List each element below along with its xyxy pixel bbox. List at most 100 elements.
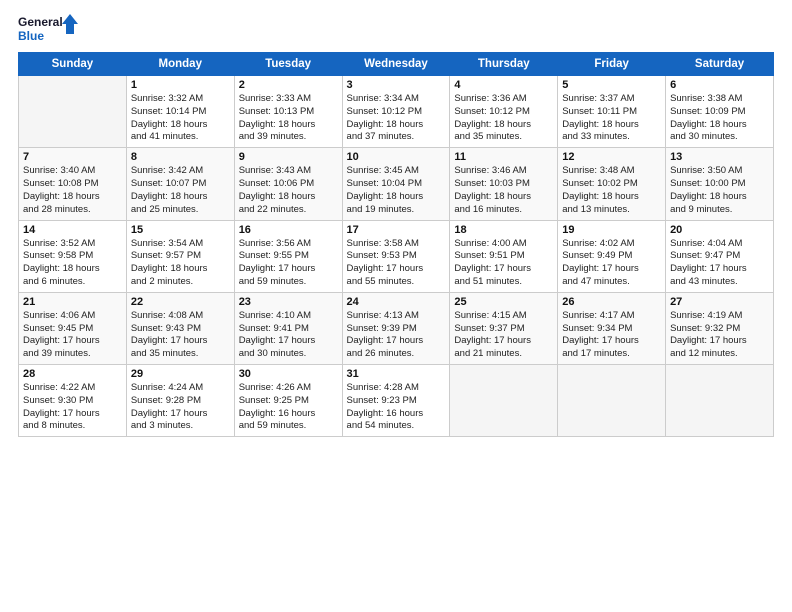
day-number-5: 5 xyxy=(562,79,661,91)
day-cell-6: 6 Sunrise: 3:38 AMSunset: 10:09 PMDayligh… xyxy=(666,76,774,148)
day-info-11: Sunrise: 3:46 AMSunset: 10:03 PMDaylight… xyxy=(454,165,553,216)
weekday-header-thursday: Thursday xyxy=(450,53,558,76)
weekday-header-sunday: Sunday xyxy=(19,53,127,76)
day-info-8: Sunrise: 3:42 AMSunset: 10:07 PMDaylight… xyxy=(131,165,230,216)
day-cell-31: 31 Sunrise: 4:28 AMSunset: 9:23 PMDayligh… xyxy=(342,365,450,437)
weekday-header-wednesday: Wednesday xyxy=(342,53,450,76)
day-number-17: 17 xyxy=(347,224,446,236)
weekday-header-row: SundayMondayTuesdayWednesdayThursdayFrid… xyxy=(19,53,774,76)
calendar: SundayMondayTuesdayWednesdayThursdayFrid… xyxy=(18,52,774,437)
day-info-14: Sunrise: 3:52 AMSunset: 9:58 PMDaylight:… xyxy=(23,238,122,289)
day-info-9: Sunrise: 3:43 AMSunset: 10:06 PMDaylight… xyxy=(239,165,338,216)
week-row-3: 14 Sunrise: 3:52 AMSunset: 9:58 PMDayligh… xyxy=(19,220,774,292)
day-number-10: 10 xyxy=(347,151,446,163)
week-row-4: 21 Sunrise: 4:06 AMSunset: 9:45 PMDayligh… xyxy=(19,292,774,364)
day-cell-1: 1 Sunrise: 3:32 AMSunset: 10:14 PMDayligh… xyxy=(126,76,234,148)
day-cell-29: 29Sunrise: 4:24 AMSunset: 9:28 PMDayligh… xyxy=(126,365,234,437)
day-cell-15: 15Sunrise: 3:54 AMSunset: 9:57 PMDayligh… xyxy=(126,220,234,292)
day-info-24: Sunrise: 4:13 AMSunset: 9:39 PMDaylight:… xyxy=(347,310,446,361)
day-cell-13: 13 Sunrise: 3:50 AMSunset: 10:00 PMDaylig… xyxy=(666,148,774,220)
day-number-3: 3 xyxy=(347,79,446,91)
day-cell-4: 4 Sunrise: 3:36 AMSunset: 10:12 PMDayligh… xyxy=(450,76,558,148)
day-number-31: 31 xyxy=(347,368,446,380)
day-number-8: 8 xyxy=(131,151,230,163)
day-cell-10: 10 Sunrise: 3:45 AMSunset: 10:04 PMDaylig… xyxy=(342,148,450,220)
day-info-13: Sunrise: 3:50 AMSunset: 10:00 PMDaylight… xyxy=(670,165,769,216)
day-cell-7: 7 Sunrise: 3:40 AMSunset: 10:08 PMDayligh… xyxy=(19,148,127,220)
day-cell-17: 17 Sunrise: 3:58 AMSunset: 9:53 PMDayligh… xyxy=(342,220,450,292)
day-info-17: Sunrise: 3:58 AMSunset: 9:53 PMDaylight:… xyxy=(347,238,446,289)
day-cell-5: 5Sunrise: 3:37 AMSunset: 10:11 PMDayligh… xyxy=(558,76,666,148)
day-info-26: Sunrise: 4:17 AMSunset: 9:34 PMDaylight:… xyxy=(562,310,661,361)
day-number-22: 22 xyxy=(131,296,230,308)
empty-cell xyxy=(666,365,774,437)
day-number-24: 24 xyxy=(347,296,446,308)
day-info-3: Sunrise: 3:34 AMSunset: 10:12 PMDaylight… xyxy=(347,93,446,144)
day-cell-2: 2 Sunrise: 3:33 AMSunset: 10:13 PMDayligh… xyxy=(234,76,342,148)
day-cell-23: 23Sunrise: 4:10 AMSunset: 9:41 PMDayligh… xyxy=(234,292,342,364)
day-cell-26: 26 Sunrise: 4:17 AMSunset: 9:34 PMDayligh… xyxy=(558,292,666,364)
weekday-header-saturday: Saturday xyxy=(666,53,774,76)
day-info-4: Sunrise: 3:36 AMSunset: 10:12 PMDaylight… xyxy=(454,93,553,144)
day-info-30: Sunrise: 4:26 AMSunset: 9:25 PMDaylight:… xyxy=(239,382,338,433)
day-number-7: 7 xyxy=(23,151,122,163)
day-info-31: Sunrise: 4:28 AMSunset: 9:23 PMDaylight:… xyxy=(347,382,446,433)
day-info-20: Sunrise: 4:04 AMSunset: 9:47 PMDaylight:… xyxy=(670,238,769,289)
day-number-15: 15 xyxy=(131,224,230,236)
svg-text:General: General xyxy=(18,15,63,29)
day-number-18: 18 xyxy=(454,224,553,236)
empty-cell xyxy=(558,365,666,437)
day-cell-12: 12Sunrise: 3:48 AMSunset: 10:02 PMDaylig… xyxy=(558,148,666,220)
day-cell-20: 20 Sunrise: 4:04 AMSunset: 9:47 PMDayligh… xyxy=(666,220,774,292)
day-number-1: 1 xyxy=(131,79,230,91)
svg-text:Blue: Blue xyxy=(18,29,44,43)
day-info-21: Sunrise: 4:06 AMSunset: 9:45 PMDaylight:… xyxy=(23,310,122,361)
weekday-header-tuesday: Tuesday xyxy=(234,53,342,76)
day-cell-8: 8 Sunrise: 3:42 AMSunset: 10:07 PMDayligh… xyxy=(126,148,234,220)
day-cell-18: 18 Sunrise: 4:00 AMSunset: 9:51 PMDayligh… xyxy=(450,220,558,292)
day-info-12: Sunrise: 3:48 AMSunset: 10:02 PMDaylight… xyxy=(562,165,661,216)
day-number-27: 27 xyxy=(670,296,769,308)
day-number-6: 6 xyxy=(670,79,769,91)
day-cell-22: 22 Sunrise: 4:08 AMSunset: 9:43 PMDayligh… xyxy=(126,292,234,364)
day-number-14: 14 xyxy=(23,224,122,236)
day-cell-3: 3 Sunrise: 3:34 AMSunset: 10:12 PMDayligh… xyxy=(342,76,450,148)
day-number-4: 4 xyxy=(454,79,553,91)
day-number-2: 2 xyxy=(239,79,338,91)
day-number-13: 13 xyxy=(670,151,769,163)
day-cell-14: 14 Sunrise: 3:52 AMSunset: 9:58 PMDayligh… xyxy=(19,220,127,292)
day-info-22: Sunrise: 4:08 AMSunset: 9:43 PMDaylight:… xyxy=(131,310,230,361)
day-number-20: 20 xyxy=(670,224,769,236)
day-info-19: Sunrise: 4:02 AMSunset: 9:49 PMDaylight:… xyxy=(562,238,661,289)
page: General Blue SundayMondayTuesdayWednesda… xyxy=(0,0,792,447)
day-number-30: 30 xyxy=(239,368,338,380)
weekday-header-monday: Monday xyxy=(126,53,234,76)
day-number-11: 11 xyxy=(454,151,553,163)
day-info-10: Sunrise: 3:45 AMSunset: 10:04 PMDaylight… xyxy=(347,165,446,216)
day-number-26: 26 xyxy=(562,296,661,308)
weekday-header-friday: Friday xyxy=(558,53,666,76)
day-number-16: 16 xyxy=(239,224,338,236)
day-info-2: Sunrise: 3:33 AMSunset: 10:13 PMDaylight… xyxy=(239,93,338,144)
day-number-23: 23 xyxy=(239,296,338,308)
day-info-16: Sunrise: 3:56 AMSunset: 9:55 PMDaylight:… xyxy=(239,238,338,289)
day-number-29: 29 xyxy=(131,368,230,380)
day-number-21: 21 xyxy=(23,296,122,308)
day-cell-19: 19Sunrise: 4:02 AMSunset: 9:49 PMDayligh… xyxy=(558,220,666,292)
day-info-7: Sunrise: 3:40 AMSunset: 10:08 PMDaylight… xyxy=(23,165,122,216)
day-cell-16: 16 Sunrise: 3:56 AMSunset: 9:55 PMDayligh… xyxy=(234,220,342,292)
logo-svg: General Blue xyxy=(18,12,78,48)
week-row-2: 7 Sunrise: 3:40 AMSunset: 10:08 PMDayligh… xyxy=(19,148,774,220)
day-info-6: Sunrise: 3:38 AMSunset: 10:09 PMDaylight… xyxy=(670,93,769,144)
day-cell-30: 30 Sunrise: 4:26 AMSunset: 9:25 PMDayligh… xyxy=(234,365,342,437)
day-cell-9: 9Sunrise: 3:43 AMSunset: 10:06 PMDayligh… xyxy=(234,148,342,220)
day-cell-25: 25Sunrise: 4:15 AMSunset: 9:37 PMDayligh… xyxy=(450,292,558,364)
day-cell-27: 27Sunrise: 4:19 AMSunset: 9:32 PMDayligh… xyxy=(666,292,774,364)
day-number-28: 28 xyxy=(23,368,122,380)
day-cell-28: 28 Sunrise: 4:22 AMSunset: 9:30 PMDayligh… xyxy=(19,365,127,437)
week-row-1: 1 Sunrise: 3:32 AMSunset: 10:14 PMDayligh… xyxy=(19,76,774,148)
header: General Blue xyxy=(18,12,774,48)
day-info-28: Sunrise: 4:22 AMSunset: 9:30 PMDaylight:… xyxy=(23,382,122,433)
day-info-18: Sunrise: 4:00 AMSunset: 9:51 PMDaylight:… xyxy=(454,238,553,289)
day-info-1: Sunrise: 3:32 AMSunset: 10:14 PMDaylight… xyxy=(131,93,230,144)
